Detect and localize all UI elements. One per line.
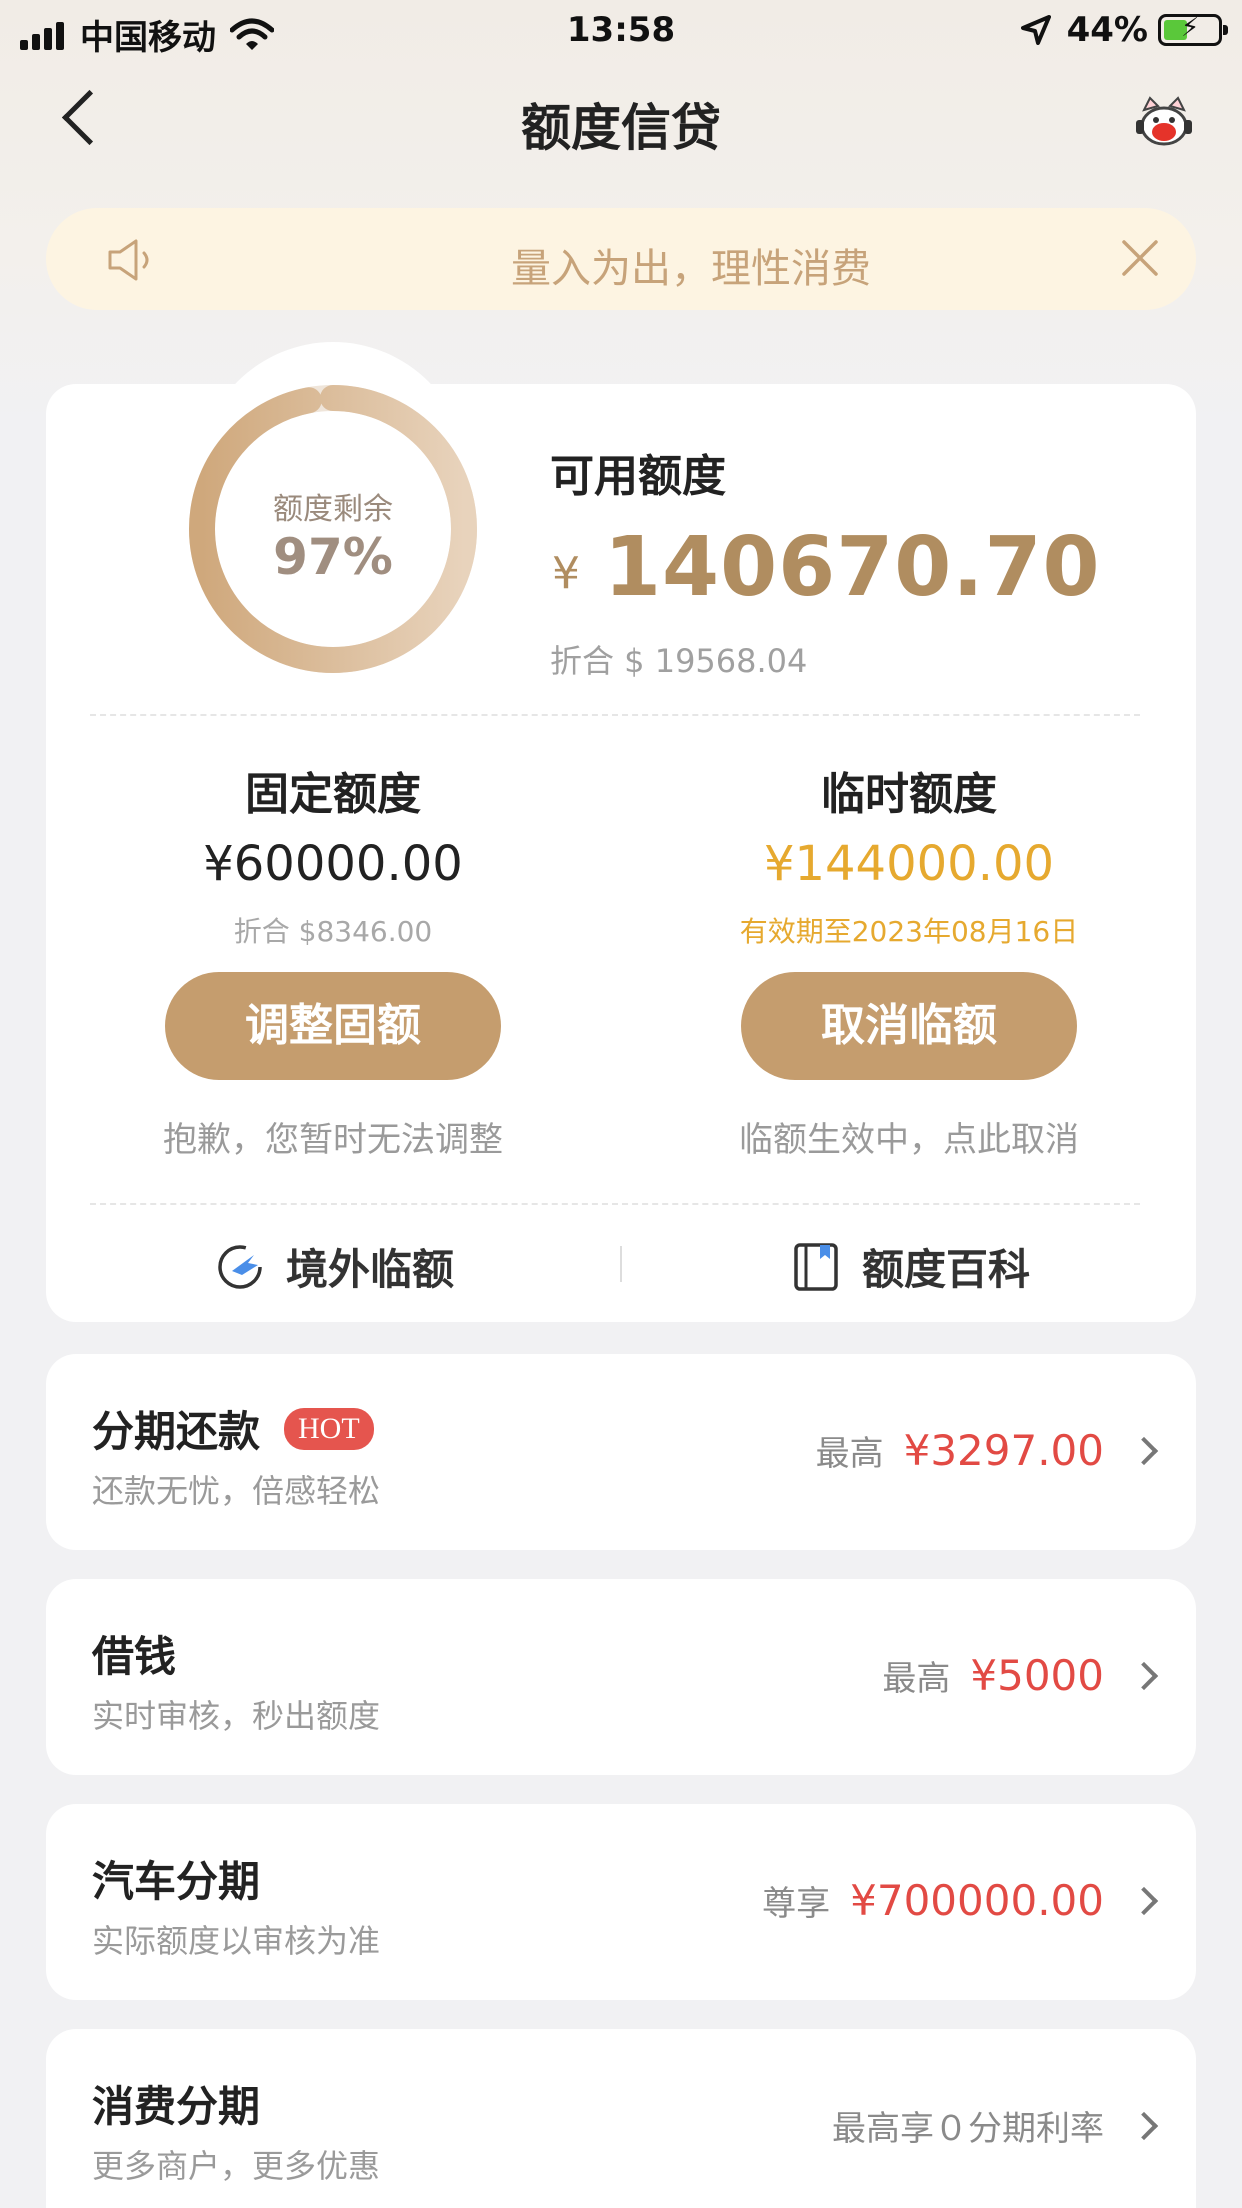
list-item-car-installment[interactable]: 汽车分期 实际额度以审核为准 尊享 ¥700000.00 — [46, 1804, 1196, 2000]
item-title: 借钱 — [92, 1632, 177, 1681]
fixed-title: 固定额度 — [245, 769, 421, 820]
fixed-note: 抱歉，您暂时无法调整 — [163, 1120, 503, 1160]
temporary-title: 临时额度 — [821, 769, 997, 820]
divider — [90, 1203, 1140, 1205]
item-value-group: 尊享 ¥700000.00 — [762, 1876, 1159, 1925]
plane-globe-icon — [218, 1244, 262, 1289]
status-bar: 中国移动 13:58 44% ⚡ — [0, 0, 1242, 60]
item-value: ¥700000.00 — [850, 1876, 1104, 1925]
page-title: 额度信贷 — [521, 99, 721, 157]
item-title: 消费分期 — [92, 2082, 261, 2131]
available-amount: 140670.70 — [604, 520, 1101, 615]
temporary-amount: ¥144000.00 — [763, 836, 1055, 892]
battery-percent: 44% — [1066, 10, 1148, 50]
limit-wiki-label: 额度百科 — [862, 1245, 1031, 1294]
list-item-consumer-installment[interactable]: 消费分期 更多商户，更多优惠 最高享０分期利率 — [46, 2029, 1196, 2208]
temporary-note[interactable]: 临额生效中，点此取消 — [659, 1112, 1159, 1161]
list-item-installment-repayment[interactable]: 分期还款 HOT 还款无忧，倍感轻松 最高 ¥3297.00 — [46, 1354, 1196, 1550]
ring-label: 额度剩余 — [273, 492, 393, 527]
temporary-expiry: 有效期至2023年08月16日 — [739, 915, 1079, 948]
item-value-group: 最高 ¥5000 — [882, 1651, 1159, 1700]
item-value: ¥3297.00 — [903, 1426, 1104, 1475]
divider — [90, 714, 1140, 716]
adjust-fixed-button[interactable]: 调整固额 — [165, 972, 501, 1080]
item-value: ¥5000 — [970, 1651, 1104, 1700]
chevron-right-icon — [1129, 1436, 1159, 1465]
available-usd: 折合 $ 19568.04 — [550, 642, 808, 680]
item-value-label: 最高享０分期利率 — [832, 2109, 1104, 2149]
chevron-right-icon — [1129, 1886, 1159, 1915]
available-title: 可用额度 — [550, 451, 726, 502]
status-right: 44% ⚡ — [1020, 10, 1228, 50]
item-value-group: 最高 ¥3297.00 — [815, 1426, 1159, 1475]
item-title-text: 分期还款 — [92, 1407, 261, 1456]
location-arrow-icon — [1020, 15, 1051, 45]
item-subtitle: 还款无忧，倍感轻松 — [92, 1472, 381, 1510]
ring-percent: 97% — [273, 528, 393, 586]
fixed-usd: 折合 $8346.00 — [233, 915, 433, 948]
fixed-amount: ¥60000.00 — [203, 836, 463, 892]
notice-bar: 量入为出，理性消费 — [46, 208, 1196, 310]
item-subtitle: 实际额度以审核为准 — [92, 1922, 381, 1960]
list-item-borrow[interactable]: 借钱 实时审核，秒出额度 最高 ¥5000 — [46, 1579, 1196, 1775]
mascot-avatar-icon[interactable] — [1134, 96, 1194, 152]
item-value-label: 最高 — [815, 1434, 884, 1474]
item-value-label: 尊享 — [762, 1884, 831, 1924]
item-subtitle: 更多商户，更多优惠 — [92, 2147, 381, 2185]
book-icon — [794, 1242, 838, 1291]
chevron-right-icon — [1129, 2111, 1159, 2140]
limit-wiki-link[interactable]: 额度百科 — [790, 1236, 1030, 1297]
notice-text: 量入为出，理性消费 — [511, 246, 871, 292]
item-value-label: 最高 — [882, 1659, 951, 1699]
item-subtitle: 实时审核，秒出额度 — [92, 1697, 381, 1735]
currency-symbol: ¥ — [552, 548, 580, 599]
overseas-limit-link[interactable]: 境外临额 — [214, 1236, 454, 1297]
close-icon[interactable] — [1120, 238, 1160, 278]
item-title: 分期还款 HOT — [92, 1398, 374, 1459]
chevron-right-icon — [1129, 1661, 1159, 1690]
item-title: 汽车分期 — [92, 1857, 261, 1906]
overseas-limit-label: 境外临额 — [286, 1245, 455, 1294]
link-separator — [620, 1246, 622, 1282]
battery-icon: ⚡ — [1158, 13, 1228, 46]
item-value-group: 最高享０分期利率 — [832, 2101, 1159, 2150]
hot-badge: HOT — [284, 1407, 374, 1450]
cancel-temporary-button[interactable]: 取消临额 — [741, 972, 1077, 1080]
